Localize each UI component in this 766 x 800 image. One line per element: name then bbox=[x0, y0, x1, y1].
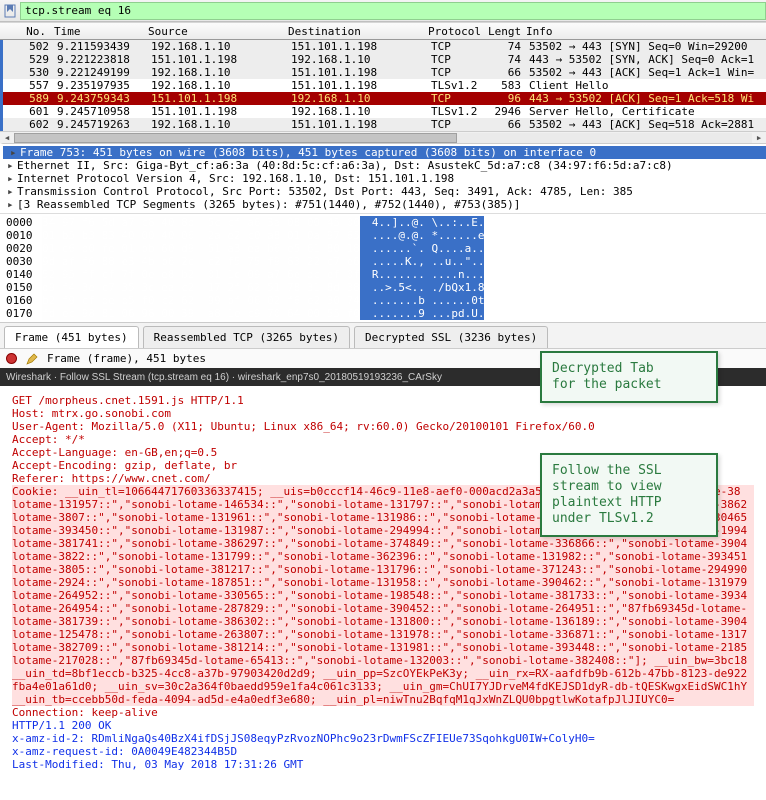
byte-view-tabs: Frame (451 bytes) Reassembled TCP (3265 … bbox=[0, 322, 766, 348]
expand-icon[interactable]: ▸ bbox=[7, 172, 17, 185]
packet-list-header: No. Time Source Destination Protocol Len… bbox=[0, 22, 766, 40]
col-destination[interactable]: Destination bbox=[284, 25, 424, 38]
packet-list[interactable]: 5029.211593439192.168.1.10151.101.1.198T… bbox=[0, 40, 766, 131]
stream-line: lotame-125478::","sonobi-lotame-263807::… bbox=[12, 628, 754, 641]
annotation-decrypted-tab: Decrypted Tab for the packet bbox=[540, 351, 718, 403]
packet-list-hscroll[interactable]: ◂ ▸ bbox=[0, 131, 766, 143]
hex-row[interactable]: 0170fd ec 98 81 06 98 00 39 a8 1e c9 70 … bbox=[6, 307, 760, 320]
stream-line: lotame-264954::","sonobi-lotame-287829::… bbox=[12, 602, 754, 615]
bookmark-icon[interactable] bbox=[0, 1, 20, 21]
packet-details-tree[interactable]: ▸Frame 753: 451 bytes on wire (3608 bits… bbox=[0, 143, 766, 213]
col-info[interactable]: Info bbox=[522, 25, 766, 38]
packet-row[interactable]: 6019.245710958151.101.1.198192.168.1.10T… bbox=[3, 105, 766, 118]
expand-icon[interactable]: ▸ bbox=[7, 198, 17, 211]
tab-frame[interactable]: Frame (451 bytes) bbox=[4, 326, 139, 348]
stream-line: lotame-381739::","sonobi-lotame-386302::… bbox=[12, 615, 754, 628]
stream-line: User-Agent: Mozilla/5.0 (X11; Ubuntu; Li… bbox=[12, 420, 754, 433]
stream-line: lotame-2924::","sonobi-lotame-187851::",… bbox=[12, 576, 754, 589]
stream-line: lotame-3822::","sonobi-lotame-131799::",… bbox=[12, 550, 754, 563]
follow-stream-title: Wireshark · Follow SSL Stream (tcp.strea… bbox=[6, 372, 442, 383]
stream-line: HTTP/1.1 200 OK bbox=[12, 719, 754, 732]
col-protocol[interactable]: Protocol bbox=[424, 25, 484, 38]
expand-icon[interactable]: ▸ bbox=[7, 159, 17, 172]
stream-line: Connection: keep-alive bbox=[12, 706, 754, 719]
tab-decrypted-ssl[interactable]: Decrypted SSL (3236 bytes) bbox=[354, 326, 548, 348]
hex-row[interactable]: 000034 97 f6 5d a7 c8 40 8d 5c cf a6 3a … bbox=[6, 216, 760, 229]
stream-line: Last-Modified: Thu, 03 May 2018 17:31:26… bbox=[12, 758, 754, 771]
scroll-right-icon[interactable]: ▸ bbox=[752, 132, 766, 144]
tree-row[interactable]: ▸Transmission Control Protocol, Src Port… bbox=[3, 185, 766, 198]
stream-line: lotame-382709::","sonobi-lotame-381214::… bbox=[12, 641, 754, 654]
tree-row[interactable]: ▸Internet Protocol Version 4, Src: 192.1… bbox=[3, 172, 766, 185]
packet-bytes-hex[interactable]: 000034 97 f6 5d a7 c8 40 8d 5c cf a6 3a … bbox=[0, 213, 766, 322]
expand-icon[interactable]: ▸ bbox=[7, 185, 17, 198]
expand-icon[interactable]: ▸ bbox=[10, 146, 20, 159]
edit-icon[interactable] bbox=[25, 352, 39, 366]
hex-row[interactable]: 014052 95 ff cf 7f 0e e8 b2 01 1c 09 a7 … bbox=[6, 268, 760, 281]
tree-row[interactable]: ▸Frame 753: 451 bytes on wire (3608 bits… bbox=[3, 146, 766, 159]
col-length[interactable]: Length bbox=[484, 25, 522, 38]
stream-line: lotame-381741::","sonobi-lotame-386297::… bbox=[12, 537, 754, 550]
stream-line: x-amz-id-2: RDmliNgaQs40BzX4ifDSjJS08eqy… bbox=[12, 732, 754, 745]
packet-row[interactable]: 5299.221223818151.101.1.198192.168.1.10T… bbox=[3, 53, 766, 66]
follow-stream-content[interactable]: GET /morpheus.cnet.1591.js HTTP/1.1Host:… bbox=[0, 386, 766, 779]
packet-row[interactable]: 5309.221249199192.168.1.10151.101.1.198T… bbox=[3, 66, 766, 79]
scroll-track[interactable] bbox=[14, 133, 752, 143]
expert-info-icon[interactable] bbox=[6, 353, 17, 364]
col-source[interactable]: Source bbox=[144, 25, 284, 38]
stream-line: x-amz-request-id: 0A0049E482344B5D bbox=[12, 745, 754, 758]
stream-line: lotame-3805::","sonobi-lotame-381217::",… bbox=[12, 563, 754, 576]
stream-line: __uin_tb=ccebb50d-feda-4094-ad5d-e4a0edf… bbox=[12, 693, 754, 706]
packet-row[interactable]: 6029.245719263192.168.1.10151.101.1.198T… bbox=[3, 118, 766, 131]
tab-reassembled-tcp[interactable]: Reassembled TCP (3265 bytes) bbox=[143, 326, 350, 348]
scroll-thumb[interactable] bbox=[14, 133, 457, 143]
packet-row[interactable]: 5029.211593439192.168.1.10151.101.1.198T… bbox=[3, 40, 766, 53]
packet-row[interactable]: 5899.243759343151.101.1.198192.168.1.10T… bbox=[3, 92, 766, 105]
col-no[interactable]: No. bbox=[0, 25, 50, 38]
filter-bar bbox=[0, 0, 766, 22]
stream-line: Accept: */* bbox=[12, 433, 754, 446]
status-text: Frame (frame), 451 bytes bbox=[47, 352, 206, 365]
hex-row[interactable]: 00309d af f6 88 e3 4b b6 2c c2 f5 75 f9 … bbox=[6, 255, 760, 268]
packet-row[interactable]: 5579.235197935192.168.1.10151.101.1.198T… bbox=[3, 79, 766, 92]
stream-line: lotame-217028::","87fb69345d-lotame-6541… bbox=[12, 654, 754, 667]
hex-row[interactable]: 001001 b5 b3 83 40 00 40 06 2a e2 c0 a8 … bbox=[6, 229, 760, 242]
tree-row[interactable]: ▸[3 Reassembled TCP Segments (3265 bytes… bbox=[3, 198, 766, 211]
tree-row[interactable]: ▸Ethernet II, Src: Giga-Byt_cf:a6:3a (40… bbox=[3, 159, 766, 172]
hex-row[interactable]: 0160b2 f9 cf be b5 f0 c2 62 99 bf 06 02 … bbox=[6, 294, 760, 307]
display-filter-input[interactable] bbox=[20, 2, 766, 20]
hex-row[interactable]: 002001 c6 d0 fe 01 bb 60 d9 51 a3 ea b6 … bbox=[6, 242, 760, 255]
scroll-left-icon[interactable]: ◂ bbox=[0, 132, 14, 144]
annotation-follow-ssl: Follow the SSL stream to view plaintext … bbox=[540, 453, 718, 537]
stream-line: fba4e01a61d0; __uin_sv=30c2a364f0baedd95… bbox=[12, 680, 754, 693]
stream-line: lotame-264952::","sonobi-lotame-330565::… bbox=[12, 589, 754, 602]
hex-row[interactable]: 0150d9 f4 3e c7 35 3c ea c2 17 2f 62 51 … bbox=[6, 281, 760, 294]
stream-line: __uin_td=8bf1eccb-b325-4cc8-a37b-9790342… bbox=[12, 667, 754, 680]
stream-line: Host: mtrx.go.sonobi.com bbox=[12, 407, 754, 420]
col-time[interactable]: Time bbox=[50, 25, 144, 38]
